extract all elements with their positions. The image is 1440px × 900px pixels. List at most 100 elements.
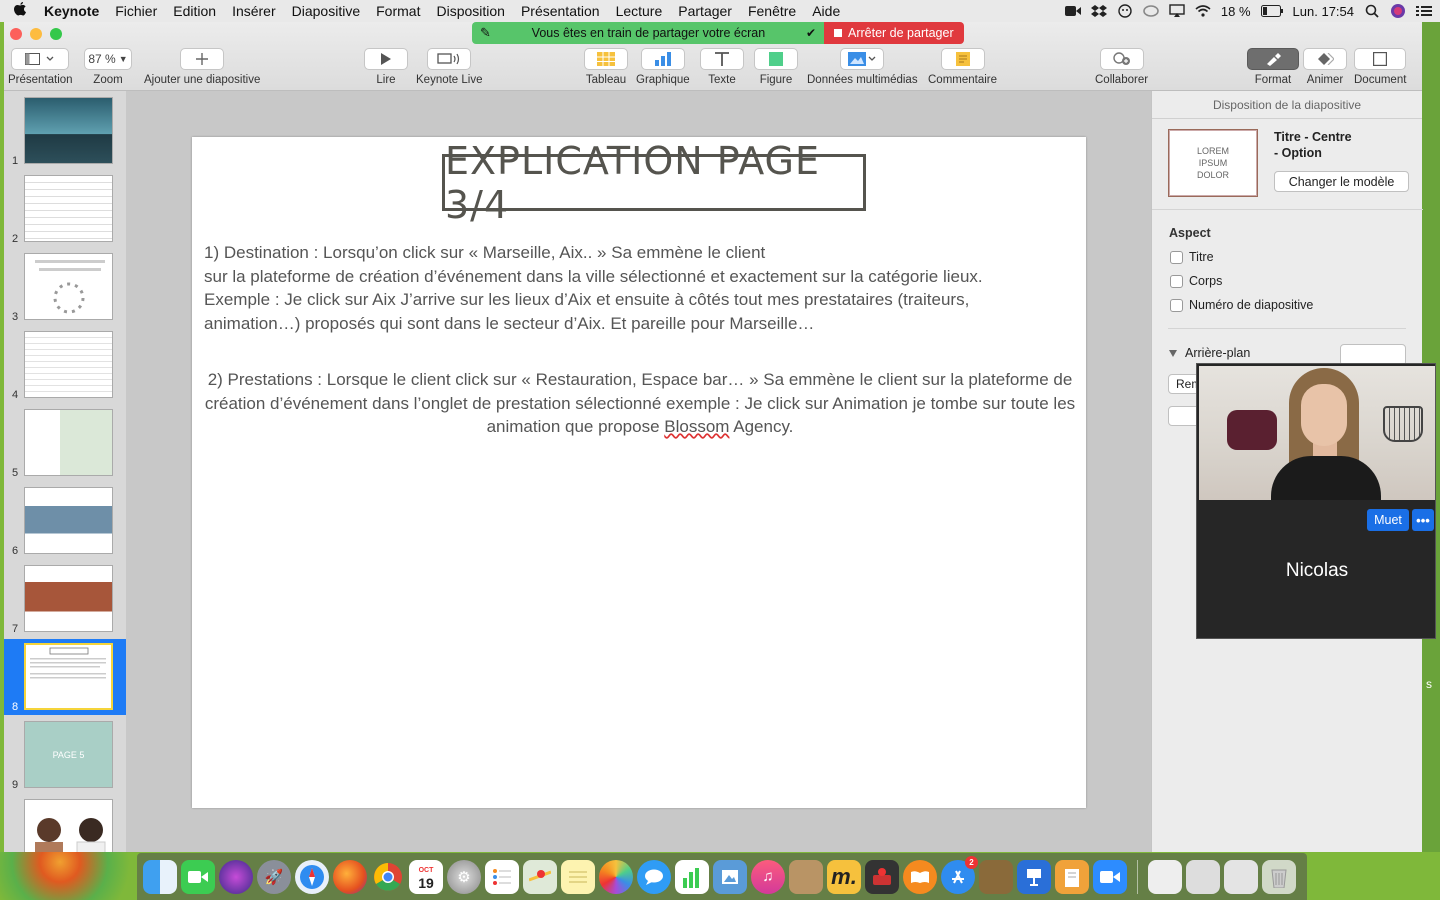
trash-icon[interactable] — [1262, 859, 1296, 894]
background-section-toggle[interactable]: Arrière-plan — [1169, 346, 1250, 360]
menu-fichier[interactable]: Fichier — [107, 3, 165, 19]
document-tab[interactable]: Document — [1354, 48, 1406, 86]
menu-format[interactable]: Format — [368, 3, 428, 19]
preview-icon[interactable] — [713, 859, 747, 894]
slide-thumbnail[interactable]: PAGE 5 9 — [4, 717, 126, 793]
airplay-icon[interactable] — [1169, 4, 1185, 18]
chart-button[interactable]: Graphique — [636, 48, 690, 86]
comment-button[interactable]: Commentaire — [928, 48, 997, 86]
menu-fenetre[interactable]: Fenêtre — [740, 3, 804, 19]
layout-preview[interactable]: LOREM IPSUM DOLOR — [1168, 129, 1258, 197]
menu-partager[interactable]: Partager — [670, 3, 740, 19]
zoom-app-icon[interactable] — [1093, 859, 1127, 894]
misspelled-word[interactable]: Blossom — [664, 417, 729, 436]
checkbox-box[interactable] — [1170, 274, 1183, 288]
chrome-icon[interactable] — [371, 860, 405, 894]
menubar-clock[interactable]: Lun. 17:54 — [1293, 4, 1354, 19]
photos-icon[interactable] — [599, 859, 633, 894]
maps-icon[interactable] — [523, 859, 557, 894]
safari-icon[interactable] — [295, 859, 329, 894]
shape-button[interactable]: Figure — [754, 48, 798, 86]
messages-icon[interactable] — [637, 859, 671, 894]
books-icon[interactable] — [903, 859, 937, 894]
slide-paragraph-destination[interactable]: 1) Destination : Lorsqu’on click sur « M… — [204, 241, 1074, 335]
slide-thumbnail[interactable]: 2 — [4, 171, 126, 247]
body-checkbox[interactable]: Corps — [1170, 274, 1222, 288]
keynote-live-button[interactable]: Keynote Live — [416, 48, 483, 86]
slide-thumbnail[interactable] — [4, 795, 126, 852]
pages-icon[interactable] — [1055, 859, 1089, 894]
collaborate-button[interactable]: Collaborer — [1095, 48, 1148, 86]
menu-edition[interactable]: Edition — [165, 3, 224, 19]
slide-thumbnail[interactable]: 5 — [4, 405, 126, 481]
facetime-icon[interactable] — [181, 859, 215, 894]
system-preferences-icon[interactable]: ⚙ — [447, 859, 481, 894]
slide-paragraph-prestations[interactable]: 2) Prestations : Lorsque le client click… — [200, 368, 1080, 439]
checkbox-box[interactable] — [1170, 298, 1183, 312]
zoom-menubar-icon[interactable] — [1064, 4, 1081, 18]
slide-thumbnail[interactable]: 1 — [4, 93, 126, 169]
document-stack-icon[interactable] — [1148, 859, 1182, 894]
mute-button[interactable]: Muet — [1367, 509, 1409, 531]
siri-icon[interactable] — [1390, 4, 1406, 18]
firefox-icon[interactable] — [333, 859, 367, 894]
slide-thumbnail[interactable]: 4 — [4, 327, 126, 403]
animate-tab[interactable]: Animer — [1303, 48, 1347, 86]
reminders-icon[interactable] — [485, 859, 519, 894]
text-button[interactable]: Texte — [700, 48, 744, 86]
menu-diapositive[interactable]: Diapositive — [284, 3, 368, 19]
notes-icon[interactable] — [561, 859, 595, 894]
battery-icon[interactable] — [1260, 4, 1283, 18]
menu-lecture[interactable]: Lecture — [608, 3, 671, 19]
dropbox-icon[interactable] — [1090, 4, 1107, 18]
launchpad-icon[interactable]: 🚀 — [257, 859, 291, 894]
app-store-icon[interactable]: 2 — [941, 855, 978, 894]
finder-icon[interactable] — [143, 859, 177, 894]
numbers-icon[interactable] — [675, 859, 709, 894]
slide-thumbnail[interactable]: 6 — [4, 483, 126, 559]
mindnode-icon[interactable]: m. — [827, 859, 861, 894]
share-pin-icon[interactable]: ✎ — [480, 25, 491, 41]
checkbox-box[interactable] — [1170, 250, 1183, 264]
view-menu-button[interactable]: Présentation — [8, 48, 73, 86]
play-button[interactable]: Lire — [364, 48, 408, 86]
slide-canvas[interactable]: EXPLICATION PAGE 3/4 1) Destination : Lo… — [126, 91, 1151, 852]
slide-thumbnail[interactable]: 3 — [4, 249, 126, 325]
window-preview-icon[interactable] — [1224, 859, 1258, 894]
change-template-button[interactable]: Changer le modèle — [1274, 171, 1409, 192]
slide-thumbnail[interactable]: 7 — [4, 561, 126, 637]
format-tab[interactable]: Format — [1247, 48, 1299, 86]
zoom-dropdown[interactable]: 87 % ▼ Zoom — [84, 48, 132, 86]
menu-presentation[interactable]: Présentation — [513, 3, 608, 19]
calendar-icon[interactable]: OCT 19 — [409, 859, 443, 894]
menu-app-keynote[interactable]: Keynote — [40, 3, 107, 19]
slide-thumbnail-selected[interactable]: 8 — [4, 639, 126, 715]
more-options-button[interactable]: ••• — [1412, 509, 1434, 531]
face-status-icon[interactable] — [1117, 4, 1133, 18]
media-button[interactable]: Données multimédias — [807, 48, 918, 86]
slide-number-checkbox[interactable]: Numéro de diapositive — [1170, 298, 1313, 312]
video-call-window[interactable]: Muet ••• Nicolas — [1196, 363, 1436, 639]
table-button[interactable]: Tableau — [584, 48, 628, 86]
slide[interactable]: EXPLICATION PAGE 3/4 1) Destination : Lo… — [192, 137, 1086, 808]
stop-sharing-button[interactable]: Arrêter de partager — [824, 22, 964, 44]
garageband-icon[interactable] — [979, 859, 1013, 894]
spotlight-search-icon[interactable] — [1364, 4, 1380, 18]
keynote-dock-icon[interactable] — [1017, 859, 1051, 894]
slide-title[interactable]: EXPLICATION PAGE 3/4 — [442, 139, 866, 227]
menu-aide[interactable]: Aide — [804, 3, 848, 19]
menu-disposition[interactable]: Disposition — [428, 3, 512, 19]
menu-inserer[interactable]: Insérer — [224, 3, 284, 19]
creative-cloud-icon[interactable] — [1143, 4, 1159, 18]
maximize-window-button[interactable] — [50, 28, 62, 40]
wifi-icon[interactable] — [1195, 4, 1211, 18]
title-checkbox[interactable]: Titre — [1170, 250, 1214, 264]
games-icon[interactable] — [865, 859, 899, 894]
add-slide-button[interactable]: Ajouter une diapositive — [144, 48, 260, 86]
siri-dock-icon[interactable] — [219, 859, 253, 894]
minimize-window-button[interactable] — [30, 28, 42, 40]
close-window-button[interactable] — [10, 28, 22, 40]
itunes-icon[interactable]: ♫ — [751, 859, 785, 894]
downloads-stack-icon[interactable] — [1186, 859, 1220, 894]
notification-center-icon[interactable] — [1416, 4, 1432, 18]
